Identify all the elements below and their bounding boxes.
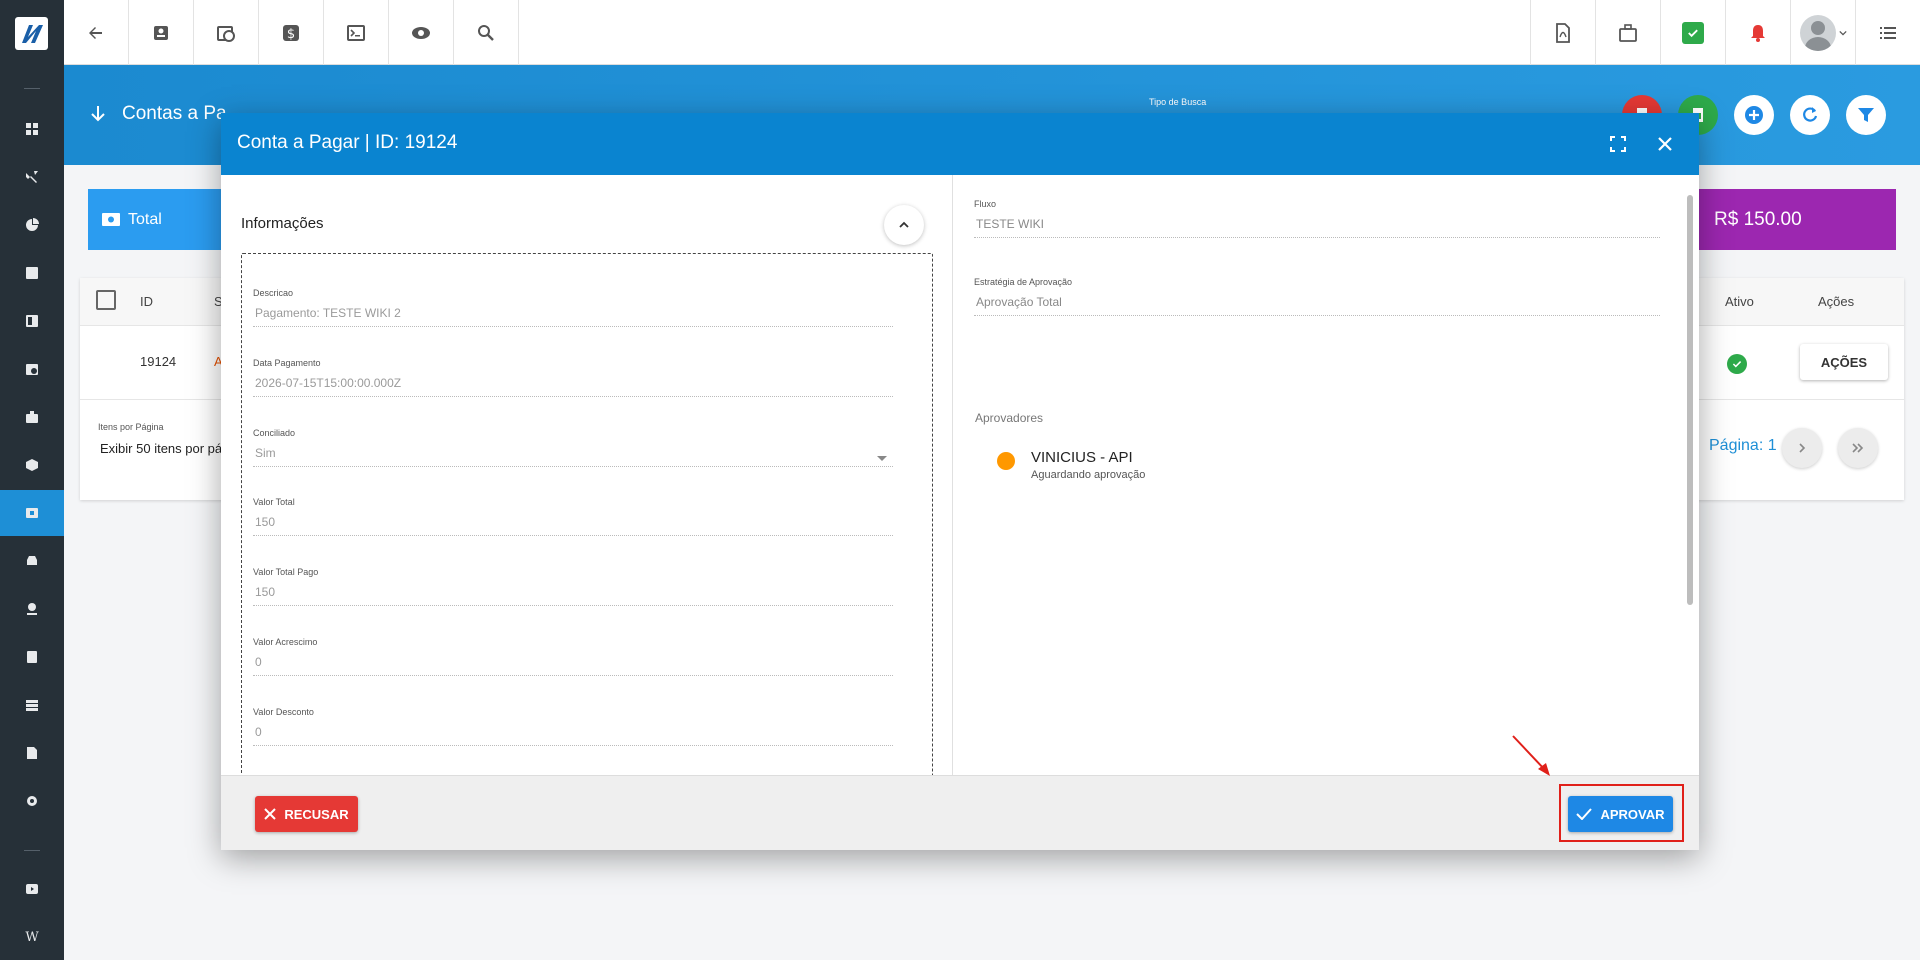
total-value-field[interactable]: Valor Total 150: [253, 497, 893, 536]
field-value: TESTE WIKI: [974, 217, 1660, 238]
field-label: Descricao: [253, 288, 294, 298]
collapse-button[interactable]: [884, 205, 924, 245]
approver-name: VINICIUS - API: [1031, 449, 1133, 466]
field-value: Aprovação Total: [974, 295, 1660, 316]
field-label: Estratégia de Aprovação: [974, 277, 1073, 287]
field-label: Valor Total Pago: [253, 567, 319, 577]
section-title: Informações: [241, 215, 324, 232]
field-label: Data Pagamento: [253, 358, 321, 368]
surcharge-field[interactable]: Valor Acrescimo 0: [253, 637, 893, 676]
close-icon: [1658, 137, 1672, 151]
approval-info: Fluxo TESTE WIKI Estratégia de Aprovação A…: [953, 175, 1685, 775]
flow-field[interactable]: Fluxo TESTE WIKI: [974, 199, 1660, 238]
pending-status-dot: [997, 452, 1015, 470]
reconciled-select[interactable]: Conciliado Sim: [253, 428, 893, 467]
payment-date-field[interactable]: Data Pagamento 2026-07-15T15:00:00.000Z: [253, 358, 893, 397]
red-arrow-icon: [1512, 735, 1550, 776]
modal-header: Conta a Pagar | ID: 19124: [221, 113, 1699, 175]
total-paid-field[interactable]: Valor Total Pago 150: [253, 567, 893, 606]
field-value: 150: [253, 585, 893, 606]
chevron-up-icon: [899, 221, 909, 228]
reject-label: RECUSAR: [284, 806, 349, 822]
info-pane: Informações Descricao Pagamento: TESTE WI…: [221, 175, 953, 775]
field-label: Valor Total: [253, 497, 295, 507]
approver-status: Aguardando aprovação: [1031, 469, 1146, 481]
field-value: Sim: [253, 446, 893, 467]
field-value: 0: [253, 655, 893, 676]
close-button[interactable]: [1653, 132, 1677, 156]
fullscreen-button[interactable]: [1606, 132, 1630, 156]
field-label: Valor Desconto: [253, 707, 314, 717]
reject-button[interactable]: RECUSAR: [255, 796, 358, 832]
approval-strategy-field[interactable]: Estratégia de Aprovação Aprovação Total: [974, 277, 1660, 316]
approve-button[interactable]: APROVAR: [1568, 796, 1673, 832]
field-label: Valor Acrescimo: [253, 637, 318, 647]
discount-field[interactable]: Valor Desconto 0: [253, 707, 893, 746]
field-label: Conciliado: [253, 428, 296, 438]
field-value: 150: [253, 515, 893, 536]
account-payable-modal: Conta a Pagar | ID: 19124 Informações De…: [221, 113, 1699, 850]
modal-title: Conta a Pagar | ID: 19124: [237, 132, 458, 153]
fullscreen-icon: [1610, 136, 1626, 152]
approve-label: APROVAR: [1600, 806, 1665, 822]
chevron-down-icon: [877, 456, 887, 461]
modal-footer: RECUSAR APROVAR: [221, 775, 1699, 850]
description-field[interactable]: Descricao Pagamento: TESTE WIKI 2: [253, 288, 893, 327]
scrollbar[interactable]: [1687, 195, 1693, 605]
approvers-label: Aprovadores: [975, 411, 1044, 425]
info-fields-box: Descricao Pagamento: TESTE WIKI 2 Data Pa…: [241, 253, 933, 775]
field-value: Pagamento: TESTE WIKI 2: [253, 306, 893, 327]
field-label: Fluxo: [974, 199, 997, 209]
field-value: 2026-07-15T15:00:00.000Z: [253, 376, 893, 397]
check-icon: [1576, 808, 1593, 820]
close-icon: [264, 808, 277, 820]
field-value: 0: [253, 725, 893, 746]
